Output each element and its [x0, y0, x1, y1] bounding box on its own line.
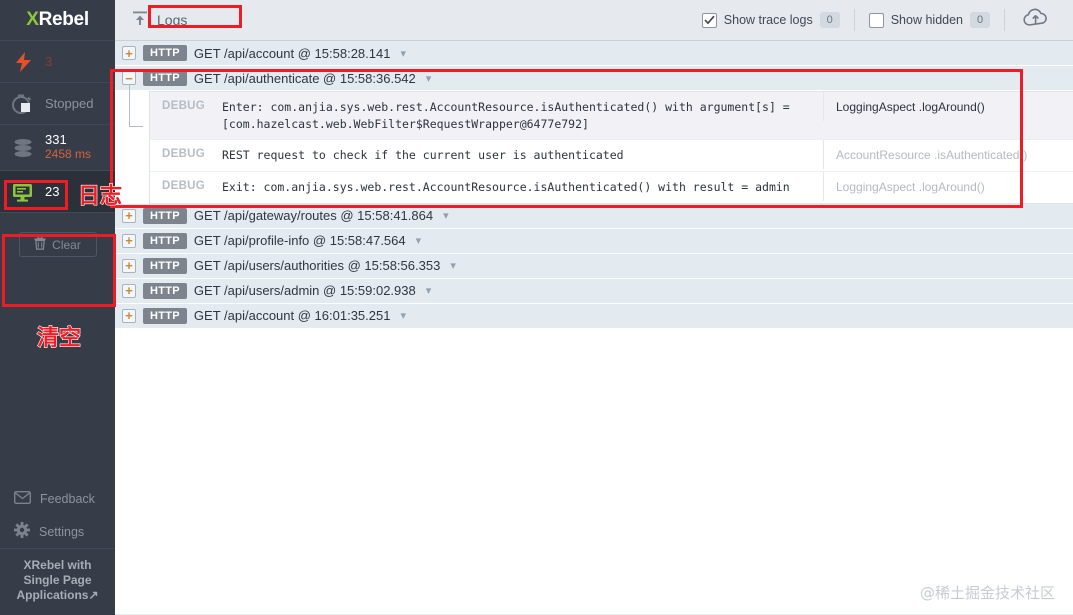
log-row-text: GET /api/authenticate @ 15:58:36.542 [193, 70, 416, 86]
debug-row[interactable]: DEBUG REST request to check if the curre… [150, 140, 1073, 173]
debug-row[interactable]: DEBUG Exit: com.anjia.sys.web.rest.Accou… [150, 172, 1073, 203]
log-row-text: GET /api/account @ 15:58:28.141 [193, 45, 391, 61]
page-title: Logs [131, 9, 187, 32]
chevron-down-icon[interactable]: ▾ [426, 284, 432, 297]
log-row[interactable]: + HTTP GET /api/users/authorities @ 15:5… [115, 253, 1073, 279]
collapse-up-icon[interactable] [131, 9, 149, 32]
cloud-upload-icon [1021, 7, 1051, 34]
gear-icon [14, 522, 30, 541]
logs-count: 23 [45, 184, 60, 199]
show-hidden-count: 0 [970, 12, 990, 28]
lightning-bolt-icon [10, 51, 36, 72]
db-query-count: 331 [45, 132, 67, 148]
log-row-text: GET /api/profile-info @ 15:58:47.564 [193, 233, 406, 249]
trash-icon [34, 235, 46, 253]
http-badge: HTTP [143, 257, 187, 274]
log-row[interactable]: + HTTP GET /api/account @ 15:58:28.141 ▾ [115, 41, 1073, 66]
app-logo: X Rebel [0, 0, 115, 40]
debug-row[interactable]: DEBUG Enter: com.anjia.sys.web.rest.Acco… [150, 92, 1073, 141]
log-detail-panel: DEBUG Enter: com.anjia.sys.web.rest.Acco… [149, 91, 1073, 204]
log-row[interactable]: + HTTP GET /api/gateway/routes @ 15:58:4… [115, 203, 1073, 229]
sidebar-item-exceptions[interactable]: 3 [0, 40, 115, 82]
session-status-label: Stopped [45, 96, 94, 111]
watermark: @稀土掘金技术社区 [919, 584, 1055, 602]
cloud-upload-button[interactable] [1005, 7, 1061, 34]
log-row[interactable]: + HTTP GET /api/account @ 16:01:35.251 ▾ [115, 303, 1073, 329]
main-panel: Logs Show trace logs 0 Show hidden 0 + H… [115, 0, 1073, 615]
feedback-label: Feedback [40, 491, 95, 506]
chevron-down-icon[interactable]: ▾ [400, 309, 406, 322]
log-detail-wrap: DEBUG Enter: com.anjia.sys.web.rest.Acco… [115, 79, 1073, 204]
topbar: Logs Show trace logs 0 Show hidden 0 [115, 0, 1073, 41]
page-title-text: Logs [157, 12, 188, 28]
log-row-text: GET /api/account @ 16:01:35.251 [193, 308, 391, 324]
http-badge: HTTP [143, 70, 187, 86]
topbar-controls: Show trace logs 0 Show hidden 0 [688, 7, 1061, 34]
chevron-down-icon[interactable]: ▾ [426, 72, 432, 85]
show-trace-logs-count: 0 [819, 12, 840, 28]
tree-connector [129, 79, 143, 127]
show-trace-logs-label: Show trace logs [723, 13, 813, 27]
expand-icon[interactable]: + [122, 308, 136, 323]
log-source: LoggingAspect .logAround() [823, 92, 1073, 121]
show-hidden-checkbox[interactable] [868, 12, 884, 28]
sidebar-item-settings[interactable]: Settings [0, 515, 115, 548]
clear-button[interactable]: Clear [18, 232, 97, 257]
chevron-down-icon[interactable]: ▾ [443, 209, 449, 222]
annotation-label-logs: 日志 [77, 183, 123, 209]
chevron-down-icon[interactable]: ▾ [400, 47, 406, 60]
settings-label: Settings [39, 524, 85, 539]
stopwatch-stop-icon [10, 93, 36, 115]
envelope-icon [13, 490, 32, 507]
logo-x: X [26, 9, 39, 30]
http-badge: HTTP [143, 45, 187, 61]
log-message: Enter: com.anjia.sys.web.rest.AccountRes… [222, 100, 797, 131]
log-row[interactable]: + HTTP GET /api/users/admin @ 15:59:02.9… [115, 278, 1073, 304]
log-level-badge: DEBUG [162, 148, 206, 161]
log-message: Exit: com.anjia.sys.web.rest.AccountReso… [222, 180, 790, 195]
sidebar-item-session[interactable]: Stopped [0, 82, 115, 124]
sidebar: X Rebel 3 Stopped 331 2458 ms 23 Clear F… [0, 0, 115, 615]
expand-icon[interactable]: + [122, 283, 136, 298]
show-trace-logs-control[interactable]: Show trace logs 0 [688, 12, 854, 28]
xrebel-window: X Rebel 3 Stopped 331 2458 ms 23 Clear F… [0, 0, 1073, 615]
expand-icon[interactable]: + [122, 208, 136, 223]
log-row[interactable]: + HTTP GET /api/profile-info @ 15:58:47.… [115, 228, 1073, 254]
http-badge: HTTP [143, 282, 187, 299]
database-icon [10, 137, 36, 159]
annotation-label-clear: 清空 [36, 325, 82, 351]
collapse-icon[interactable]: − [122, 71, 136, 85]
http-badge: HTTP [143, 207, 187, 224]
sidebar-item-database[interactable]: 331 2458 ms [0, 124, 115, 170]
http-badge: HTTP [143, 232, 187, 249]
log-message: REST request to check if the current use… [222, 148, 624, 163]
clear-button-label: Clear [52, 237, 81, 252]
log-row-text: GET /api/users/authorities @ 15:58:56.35… [193, 258, 441, 274]
exception-count: 3 [45, 54, 53, 69]
log-source: LoggingAspect .logAround() [823, 172, 1073, 202]
show-hidden-label: Show hidden [890, 13, 963, 27]
logo-rebel: Rebel [38, 9, 90, 30]
log-row-text: GET /api/gateway/routes @ 15:58:41.864 [193, 208, 434, 224]
sidebar-item-feedback[interactable]: Feedback [0, 482, 115, 515]
log-row-text: GET /api/users/admin @ 15:59:02.938 [193, 283, 416, 299]
promo-link[interactable]: XRebel with Single Page Applications↗ [0, 548, 115, 615]
http-badge: HTTP [143, 307, 187, 324]
log-level-badge: DEBUG [162, 180, 206, 193]
chevron-down-icon[interactable]: ▾ [416, 234, 422, 247]
console-logs-icon [10, 181, 36, 203]
log-level-badge: DEBUG [162, 100, 206, 112]
chevron-down-icon[interactable]: ▾ [450, 259, 456, 272]
clear-zone: Clear [0, 212, 115, 276]
expand-icon[interactable]: + [122, 46, 136, 60]
show-trace-logs-checkbox[interactable] [701, 12, 717, 28]
show-hidden-control[interactable]: Show hidden 0 [855, 12, 1004, 28]
expand-icon[interactable]: + [122, 233, 136, 248]
log-row-expanded[interactable]: − HTTP GET /api/authenticate @ 15:58:36.… [115, 66, 1073, 91]
log-source: AccountResource .isAuthenticated() [823, 140, 1073, 170]
expand-icon[interactable]: + [122, 258, 136, 273]
db-query-time: 2458 ms [45, 147, 92, 162]
log-list: + HTTP GET /api/account @ 15:58:28.141 ▾… [115, 41, 1073, 615]
